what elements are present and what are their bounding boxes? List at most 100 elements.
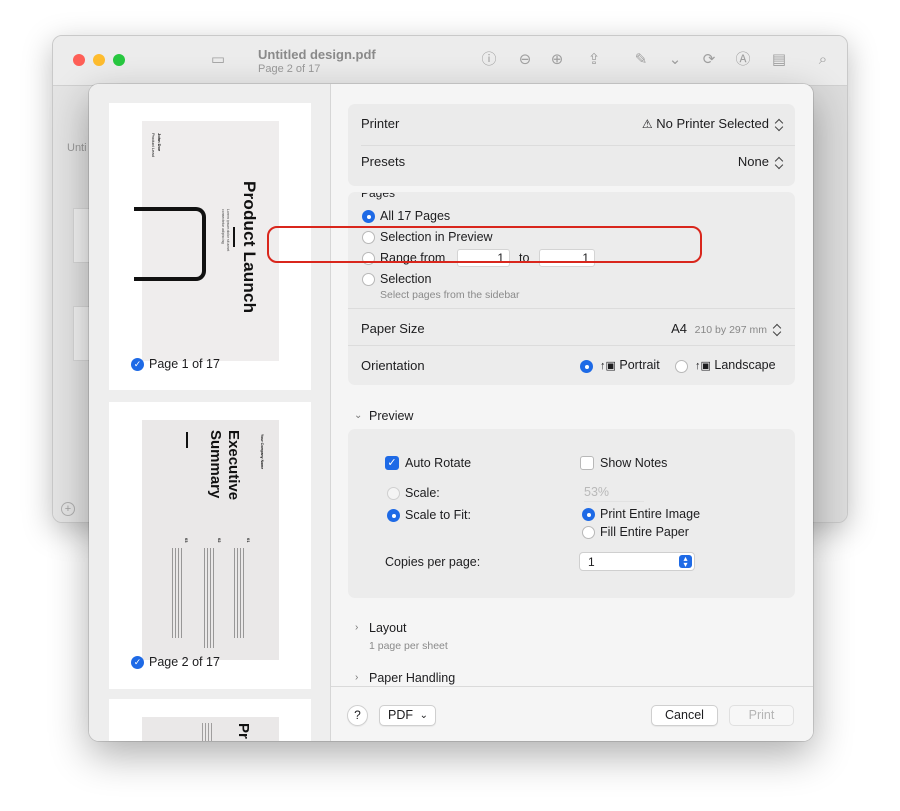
section-number: 01 — [246, 538, 251, 543]
selection-radio[interactable] — [362, 273, 375, 286]
printer-value: No Printer Selected — [656, 116, 769, 131]
auto-rotate-checkbox[interactable]: ✓ — [385, 456, 399, 470]
page-small-text: Your Company Name — [260, 434, 264, 470]
phone-illustration — [134, 207, 206, 281]
paper-size-select[interactable]: A4 210 by 297 mm — [671, 321, 783, 337]
zoom-out-icon[interactable]: ⊖ — [515, 51, 535, 69]
pages-section-label: Pages — [361, 186, 396, 200]
landscape-label: Landscape — [714, 358, 776, 372]
title-rule — [233, 227, 235, 247]
divider — [348, 308, 795, 309]
body-text-block — [204, 548, 214, 648]
stepper-icon: ▴ ▾ — [679, 555, 692, 569]
portrait-icon: ↑▣ — [600, 360, 616, 372]
printer-presets-group: Printer ⚠ No Printer Selected Presets No… — [348, 104, 795, 186]
body-text-block — [172, 548, 182, 638]
annotate-icon[interactable]: Ⓐ — [733, 51, 753, 69]
share-icon[interactable]: ⇪ — [584, 51, 604, 69]
page-body-text: Lorem ipsum dolor sit amet — [226, 209, 230, 252]
print-button[interactable]: Print — [729, 705, 794, 726]
form-fill-icon[interactable]: ▤ — [769, 51, 789, 69]
zoom-window-button[interactable] — [113, 54, 125, 66]
pdf-label: PDF — [388, 708, 413, 722]
portrait-radio[interactable] — [580, 360, 593, 373]
close-window-button[interactable] — [73, 54, 85, 66]
copies-per-page-value: 1 — [588, 555, 595, 569]
paper-handling-disclosure-icon[interactable]: › — [355, 672, 358, 683]
scale-radio[interactable] — [387, 487, 400, 500]
copies-per-page-label: Copies per page: — [385, 555, 481, 569]
print-entire-image-radio[interactable] — [582, 508, 595, 521]
portrait-option[interactable]: ↑▣ Portrait — [600, 358, 660, 372]
help-button[interactable]: ? — [347, 705, 368, 726]
page-small-text: Product Lead — [151, 133, 156, 157]
printer-label: Printer — [361, 116, 400, 131]
scale-label: Scale: — [405, 486, 440, 500]
presets-select[interactable]: None — [738, 154, 785, 170]
body-text-block — [202, 723, 212, 741]
scale-input[interactable]: 53% — [584, 485, 644, 502]
all-pages-radio[interactable] — [362, 210, 375, 223]
print-dialog: John Doe Product Lead Product Launch Lor… — [89, 84, 813, 741]
divider — [348, 345, 795, 346]
fill-entire-paper-radio[interactable] — [582, 526, 595, 539]
search-icon[interactable]: ⌕ — [813, 51, 833, 69]
zoom-in-icon[interactable]: ⊕ — [547, 51, 567, 69]
divider — [361, 145, 795, 146]
preview-options-group: ✓ Auto Rotate Show Notes Scale: 53% Scal… — [348, 429, 795, 598]
info-icon[interactable]: ⓘ — [479, 51, 499, 69]
scale-to-fit-radio[interactable] — [387, 509, 400, 522]
page-thumbnail-2[interactable]: Your Company Name Executive Summary 01 0… — [109, 402, 311, 689]
show-notes-label: Show Notes — [600, 456, 668, 470]
page-2-label: Page 2 of 17 — [149, 655, 220, 669]
page-title: Product Launch — [240, 181, 259, 314]
section-number: 02 — [217, 538, 222, 543]
page-1-checkmark-icon[interactable]: ✓ — [131, 358, 144, 371]
rotate-icon[interactable]: ⟳ — [699, 51, 719, 69]
preview-disclosure-icon[interactable]: ⌄ — [354, 410, 362, 421]
selection-hint: Select pages from the sidebar — [380, 289, 520, 301]
stepper-icon — [774, 156, 785, 170]
page-title-line1: Executive — [225, 430, 242, 501]
page-small-text: John Doe — [157, 133, 162, 152]
paper-size-highlight — [267, 226, 702, 263]
chevron-down-icon[interactable]: ⌄ — [665, 51, 685, 69]
layout-disclosure-icon[interactable]: › — [355, 622, 358, 633]
markup-pen-icon[interactable]: ✎ — [631, 51, 651, 69]
pages-group: Pages All 17 Pages Selection in Preview … — [348, 192, 795, 385]
sidebar-toggle-icon[interactable]: ▭ — [208, 51, 228, 69]
dialog-footer: ? PDF ⌄ Cancel Print — [331, 686, 813, 741]
pdf-menu-button[interactable]: PDF ⌄ — [379, 705, 436, 726]
printer-select[interactable]: ⚠ No Printer Selected — [642, 116, 785, 132]
add-icon[interactable]: + — [61, 502, 75, 516]
print-entire-image-label: Print Entire Image — [600, 507, 701, 521]
copies-per-page-select[interactable]: 1 ▴ ▾ — [579, 552, 695, 571]
layout-header[interactable]: Layout — [369, 621, 407, 635]
landscape-radio[interactable] — [675, 360, 688, 373]
page-preview: Pr — [142, 717, 279, 741]
landscape-option[interactable]: ↑▣ Landscape — [695, 358, 776, 372]
window-sidebar: Unti — [53, 86, 89, 522]
page-thumbnail-3[interactable]: Pr — [109, 699, 311, 741]
presets-label: Presets — [361, 154, 406, 169]
minimize-window-button[interactable] — [93, 54, 105, 66]
orientation-label: Orientation — [361, 358, 425, 373]
page-preview: Your Company Name Executive Summary 01 0… — [142, 420, 279, 660]
presets-value: None — [737, 154, 769, 169]
stepper-icon — [772, 323, 783, 337]
page-thumbnails[interactable]: John Doe Product Lead Product Launch Lor… — [89, 84, 331, 741]
page-2-checkmark-icon[interactable]: ✓ — [131, 656, 144, 669]
page-title: Pr — [235, 723, 252, 739]
sidebar-text: Unti — [67, 142, 87, 154]
page-1-label: Page 1 of 17 — [149, 357, 220, 371]
cancel-button[interactable]: Cancel — [651, 705, 718, 726]
show-notes-checkbox[interactable] — [580, 456, 594, 470]
preview-header[interactable]: Preview — [369, 409, 413, 423]
section-number: 03 — [184, 538, 189, 543]
portrait-label: Portrait — [619, 358, 660, 372]
paper-handling-header[interactable]: Paper Handling — [369, 671, 455, 685]
selection-label: Selection — [380, 272, 432, 286]
print-settings: Printer ⚠ No Printer Selected Presets No… — [331, 84, 813, 741]
paper-size-label: Paper Size — [361, 321, 425, 336]
page-body-text: consectetur adipiscing — [221, 209, 225, 244]
